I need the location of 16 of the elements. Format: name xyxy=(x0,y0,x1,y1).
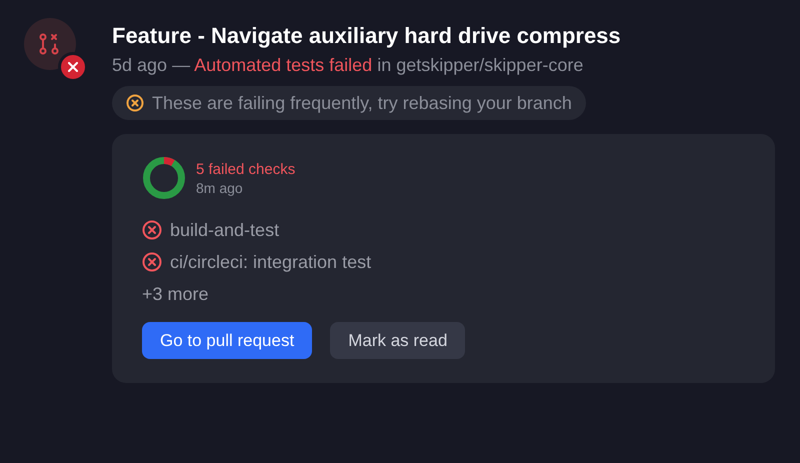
status-ring-icon xyxy=(142,156,186,200)
hint-text: These are failing frequently, try rebasing your branch xyxy=(152,92,572,115)
check-name: ci/circleci: integration test xyxy=(170,251,372,274)
check-name: build-and-test xyxy=(170,219,280,242)
pull-request-button[interactable]: Go to pull request xyxy=(142,322,312,359)
notification-title: Feature - Navigate auxiliary hard drive compress xyxy=(112,22,622,50)
merge-icon xyxy=(39,33,61,55)
failed-icon xyxy=(142,220,162,240)
close-icon xyxy=(68,62,78,72)
failed-icon xyxy=(142,252,162,272)
check-time: 8m ago xyxy=(196,178,244,196)
more-checks: +3 more xyxy=(142,283,210,306)
failed-summary: 5 failed checks xyxy=(196,160,296,178)
warning-x-icon xyxy=(126,94,144,112)
notification-subtitle: 5d ago — Automated tests failed in getskipper/skipper-core xyxy=(112,54,584,77)
mark-read-button[interactable]: Mark as read xyxy=(330,322,466,359)
